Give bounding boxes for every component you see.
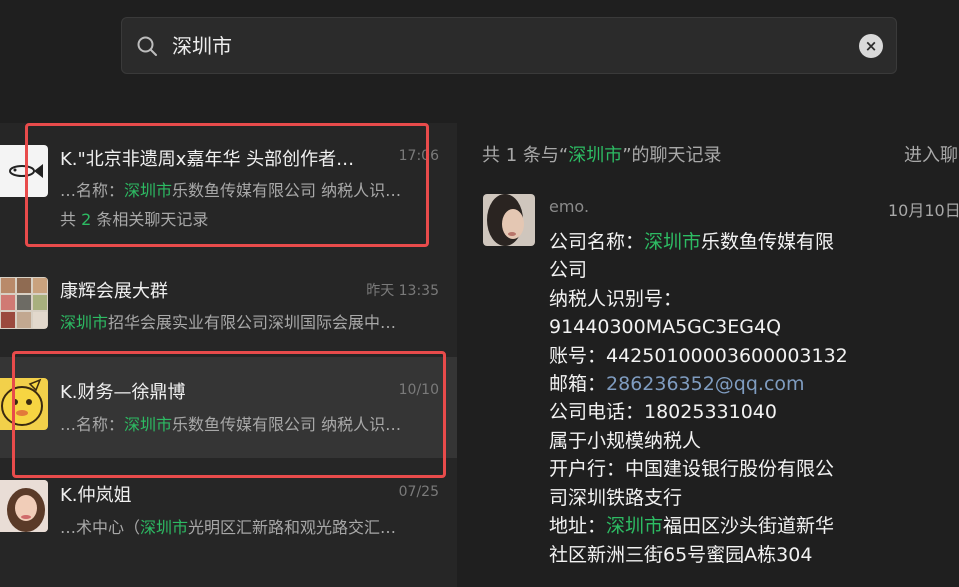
enter-chat-link[interactable]: 进入聊 [904, 141, 958, 167]
avatar [0, 378, 48, 430]
cartoon-avatar-icon [1, 378, 43, 426]
message-line: 属于小规模纳税人 [549, 430, 702, 452]
chat-snippet: …名称：深圳市乐数鱼传媒有限公司 纳税人识… [60, 415, 402, 434]
message-line: 91440300MA5GC3EG4Q [549, 316, 782, 338]
message-line: 地址：深圳市福田区沙头街道新华 [549, 515, 835, 537]
avatar [0, 145, 48, 197]
list-item[interactable]: K."北京非遗周x嘉年华 头部创作者… 17:06 …名称：深圳市乐数鱼传媒有限… [0, 123, 457, 250]
message-line: 公司电话：18025331040 [549, 401, 777, 423]
chat-record-pane: 共 1 条与“深圳市”的聊天记录 进入聊 emo. 10月10日 公司名称：深圳… [457, 123, 959, 587]
list-item[interactable]: K.财务—徐鼎博 10/10 …名称：深圳市乐数鱼传媒有限公司 纳税人识… [0, 357, 457, 458]
message-line: 公司名称：深圳市乐数鱼传媒有限 [549, 231, 835, 253]
chat-snippet: …术中心（深圳市光明区汇新路和观光路交汇… [60, 518, 397, 537]
message-line: 社区新洲三街65号蜜园A栋304 [549, 544, 813, 566]
message-line: 开户行：中国建设银行股份有限公 [549, 458, 835, 480]
profile-photo-icon [483, 194, 535, 246]
sender-avatar[interactable] [483, 194, 535, 246]
sender-name: emo. [549, 197, 590, 216]
chat-time: 昨天 13:35 [366, 283, 439, 299]
group-avatar-icon [1, 278, 47, 328]
search-icon [137, 36, 157, 56]
message-line: 账号：44250100003600003132 [549, 345, 848, 367]
chat-time: 10/10 [398, 382, 439, 398]
chat-snippet: 深圳市招华会展实业有限公司深圳国际会展中… [60, 313, 397, 332]
list-item[interactable]: 康辉会展大群 昨天 13:35 深圳市招华会展实业有限公司深圳国际会展中… [0, 250, 457, 353]
search-bar[interactable]: 深圳市 × [121, 17, 897, 74]
fish-logo-icon [9, 164, 43, 178]
message-line: 司深圳铁路支行 [549, 487, 683, 509]
message-line: 邮箱：286236352@qq.com [549, 373, 805, 395]
chat-title: 康辉会展大群 [60, 281, 168, 302]
list-item[interactable]: K.仲岚姐 07/25 …术中心（深圳市光明区汇新路和观光路交汇… [0, 458, 457, 568]
chat-time: 17:06 [398, 148, 439, 164]
result-summary: 共 1 条与“深圳市”的聊天记录 [482, 145, 722, 166]
email-link[interactable]: 286236352@qq.com [606, 373, 805, 395]
chat-snippet: …名称：深圳市乐数鱼传媒有限公司 纳税人识… [60, 181, 402, 200]
avatar [0, 480, 48, 532]
related-count: 共 2 条相关聊天记录 [60, 210, 209, 229]
search-result-list: K."北京非遗周x嘉年华 头部创作者… 17:06 …名称：深圳市乐数鱼传媒有限… [0, 123, 457, 587]
clear-search-button[interactable]: × [859, 34, 883, 58]
chat-title: K.仲岚姐 [60, 485, 132, 506]
chat-title: K.财务—徐鼎博 [60, 382, 186, 403]
search-input[interactable]: 深圳市 [172, 31, 232, 61]
message-line: 纳税人识别号： [549, 288, 683, 310]
avatar [0, 277, 48, 329]
message-time: 10月10日 [888, 201, 959, 220]
chat-title: K."北京非遗周x嘉年华 头部创作者… [60, 149, 355, 170]
message-line: 公司 [549, 259, 588, 281]
profile-photo-icon [0, 480, 48, 532]
chat-time: 07/25 [398, 484, 439, 500]
